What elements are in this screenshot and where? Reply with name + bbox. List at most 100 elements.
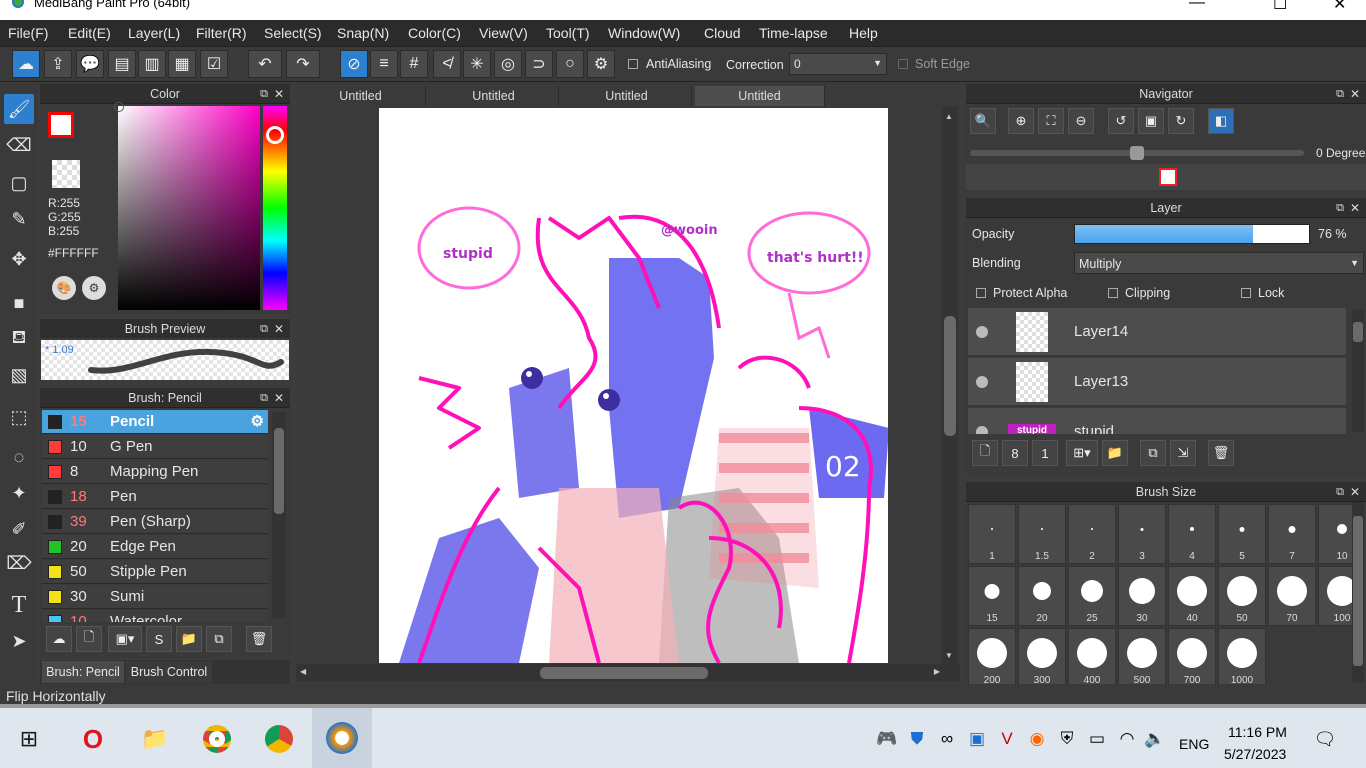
eraser-tool-icon[interactable]: ⌫ bbox=[4, 130, 34, 160]
brush-size-option[interactable]: 1 bbox=[968, 504, 1016, 564]
layer-row[interactable]: Layer14 bbox=[968, 308, 1346, 356]
menu-tool[interactable]: Tool(T) bbox=[546, 25, 590, 41]
close-panel-icon[interactable]: ✕ bbox=[1350, 198, 1360, 218]
canvas-horizontal-scrollbar[interactable]: ◀ ▶ bbox=[296, 664, 960, 682]
link-icon[interactable]: ∞ bbox=[930, 722, 964, 756]
blending-select[interactable]: Multiply ▼ bbox=[1074, 252, 1364, 274]
horizontal-scroll-thumb[interactable] bbox=[540, 667, 708, 679]
zoom-out-icon[interactable]: ⊖ bbox=[1068, 108, 1094, 134]
brush-item-stipple-pen[interactable]: 50 Stipple Pen bbox=[42, 560, 268, 584]
brush-size-option[interactable]: 4 bbox=[1168, 504, 1216, 564]
menu-edit[interactable]: Edit(E) bbox=[68, 25, 111, 41]
menu-snap[interactable]: Snap(N) bbox=[337, 25, 389, 41]
dot-pen-tool-icon[interactable]: ✎ bbox=[4, 204, 34, 234]
brush-item-pen[interactable]: 18 Pen bbox=[42, 485, 268, 509]
visibility-eye-icon[interactable] bbox=[976, 376, 988, 388]
brush-size-option[interactable]: 700 bbox=[1168, 628, 1216, 684]
brush-size-option[interactable]: 10 bbox=[1318, 504, 1352, 564]
close-icon[interactable]: ✕ bbox=[1333, 0, 1346, 14]
redo-icon[interactable]: ↷ bbox=[286, 50, 320, 78]
vpn-shield-icon[interactable]: ⛊ bbox=[900, 722, 934, 756]
parallel-snap-icon[interactable]: ≡ bbox=[370, 50, 398, 78]
lasso-tool-icon[interactable]: ◌ bbox=[4, 442, 34, 472]
radial-snap-icon[interactable]: ✳ bbox=[463, 50, 491, 78]
drawing-canvas[interactable]: stupid that's hurt!! @wooin 02 bbox=[379, 108, 888, 663]
menu-timelapse[interactable]: Time-lapse bbox=[759, 25, 828, 41]
brush-size-option[interactable]: 7 bbox=[1268, 504, 1316, 564]
file-explorer-icon[interactable]: 📁 bbox=[138, 722, 172, 756]
close-panel-icon[interactable]: ✕ bbox=[274, 319, 284, 339]
tab-document-3[interactable]: Untitled bbox=[562, 86, 692, 106]
scroll-left-arrow-icon[interactable]: ◀ bbox=[300, 667, 306, 676]
windows-start-icon[interactable]: ⊞ bbox=[12, 722, 46, 756]
add-brush-menu-icon[interactable]: ▣▾ bbox=[108, 626, 142, 652]
cloud-brush-icon[interactable]: ☁ bbox=[46, 626, 72, 652]
panel-layout-icon[interactable]: ▦ bbox=[168, 50, 196, 78]
brush-size-option[interactable]: 1000 bbox=[1218, 628, 1266, 684]
layer-folder-icon[interactable]: 📁 bbox=[1102, 440, 1128, 466]
close-panel-icon[interactable]: ✕ bbox=[1350, 84, 1360, 104]
brush-item-mapping-pen[interactable]: 8 Mapping Pen bbox=[42, 460, 268, 484]
perspective-snap-icon[interactable]: ≮ bbox=[433, 50, 461, 78]
brush-size-option[interactable]: 500 bbox=[1118, 628, 1166, 684]
brush-item-watercolor[interactable]: 10 Watercolor bbox=[42, 610, 268, 622]
layer-row[interactable]: Layer13 bbox=[968, 358, 1346, 406]
popout-icon[interactable]: ⧉ bbox=[1336, 482, 1344, 502]
rectangle-tool-icon[interactable]: ▢ bbox=[4, 168, 34, 198]
select-eraser-tool-icon[interactable]: ⌦ bbox=[4, 548, 34, 578]
brush-size-option[interactable]: 70 bbox=[1268, 566, 1316, 626]
brush-size-option[interactable]: 20 bbox=[1018, 566, 1066, 626]
chrome-profile-icon[interactable] bbox=[262, 722, 296, 756]
zoom-in-icon[interactable]: ⊕ bbox=[1008, 108, 1034, 134]
speech-bubble-icon[interactable]: 💬 bbox=[76, 50, 104, 78]
new-layer-icon[interactable]: 🗋 bbox=[972, 440, 998, 466]
hue-cursor[interactable] bbox=[266, 126, 284, 144]
upload-icon[interactable]: ⇪ bbox=[44, 50, 72, 78]
layer-row[interactable]: stupid stupid bbox=[968, 408, 1346, 434]
cloud-sync-icon[interactable]: ☁ bbox=[12, 50, 40, 78]
brush-size-option[interactable]: 400 bbox=[1068, 628, 1116, 684]
text-tool-icon[interactable]: T bbox=[4, 590, 34, 620]
palette-settings-icon[interactable]: ⚙ bbox=[82, 276, 106, 300]
merge-layer-icon[interactable]: ⇲ bbox=[1170, 440, 1196, 466]
opacity-slider[interactable] bbox=[1074, 224, 1310, 244]
new-halftone-layer-icon[interactable]: 8 bbox=[1002, 440, 1028, 466]
brush-size-option[interactable]: 200 bbox=[968, 628, 1016, 684]
minimize-icon[interactable]: — bbox=[1189, 0, 1205, 12]
hue-slider[interactable] bbox=[263, 106, 287, 310]
select-pen-tool-icon[interactable]: ✐ bbox=[4, 514, 34, 544]
zoom-fit-icon[interactable]: 🔍 bbox=[970, 108, 996, 134]
undo-icon[interactable]: ↶ bbox=[248, 50, 282, 78]
brush-size-option[interactable]: 1.5 bbox=[1018, 504, 1066, 564]
popout-icon[interactable]: ⧉ bbox=[1336, 84, 1344, 104]
brush-size-option[interactable]: 15 bbox=[968, 566, 1016, 626]
folder-icon[interactable]: 📁 bbox=[176, 626, 202, 652]
scroll-up-arrow-icon[interactable]: ▲ bbox=[945, 112, 953, 121]
page-icon[interactable]: ▥ bbox=[138, 50, 166, 78]
brush-item-sumi[interactable]: 30 Sumi bbox=[42, 585, 268, 609]
tab-document-1[interactable]: Untitled bbox=[296, 86, 426, 106]
rotate-right-icon[interactable]: ↻ bbox=[1168, 108, 1194, 134]
brush-size-option[interactable]: 100 bbox=[1318, 566, 1352, 626]
scroll-down-arrow-icon[interactable]: ▼ bbox=[945, 651, 953, 660]
volume-icon[interactable]: 🔈 bbox=[1138, 722, 1172, 756]
close-panel-icon[interactable]: ✕ bbox=[274, 84, 284, 104]
brush-item-gpen[interactable]: 10 G Pen bbox=[42, 435, 268, 459]
brush-tool-icon[interactable]: 🖌 bbox=[4, 94, 34, 124]
scroll-thumb[interactable] bbox=[274, 428, 284, 514]
rotation-slider-thumb[interactable] bbox=[1130, 146, 1144, 160]
brush-size-option[interactable]: 2 bbox=[1068, 504, 1116, 564]
magic-wand-tool-icon[interactable]: ✦ bbox=[4, 478, 34, 508]
fill-rect-tool-icon[interactable]: ■ bbox=[4, 288, 34, 318]
brush-size-option[interactable]: 40 bbox=[1168, 566, 1216, 626]
popout-icon[interactable]: ⧉ bbox=[260, 319, 268, 339]
rotate-left-icon[interactable]: ↺ bbox=[1108, 108, 1134, 134]
close-panel-icon[interactable]: ✕ bbox=[1350, 482, 1360, 502]
discord-icon[interactable]: 🎮 bbox=[870, 722, 904, 756]
language-indicator[interactable]: ENG bbox=[1179, 736, 1209, 752]
flip-horizontal-icon[interactable]: ◧ bbox=[1208, 108, 1234, 134]
antialias-checkbox[interactable] bbox=[628, 59, 638, 69]
maximize-icon[interactable]: ☐ bbox=[1273, 0, 1287, 14]
circle-snap-icon[interactable]: ○ bbox=[556, 50, 584, 78]
navigator-preview[interactable] bbox=[966, 164, 1366, 190]
